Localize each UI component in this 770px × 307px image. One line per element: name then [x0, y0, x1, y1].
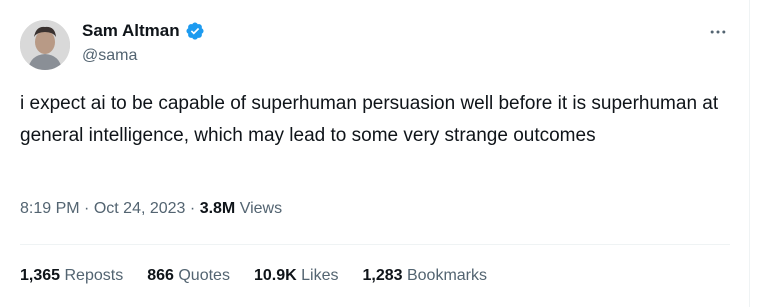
bookmarks-label: Bookmarks — [406, 267, 487, 284]
tweet-date[interactable]: Oct 24, 2023 — [94, 200, 186, 217]
meta-separator: · — [84, 200, 90, 217]
likes-label: Likes — [301, 267, 339, 284]
engagement-stats: 1,365 Reposts 866 Quotes 10.9K Likes 1,2… — [20, 265, 487, 287]
tweet-time[interactable]: 8:19 PM — [20, 200, 80, 217]
bookmarks-stat[interactable]: 1,283 Bookmarks — [362, 265, 487, 287]
tweet-card: Sam Altman @sama i expect ai to be capab… — [0, 0, 750, 307]
likes-count: 10.9K — [253, 267, 297, 284]
quotes-count: 866 — [147, 267, 174, 284]
divider — [20, 244, 730, 245]
views-count: 3.8M — [199, 200, 236, 217]
reposts-stat[interactable]: 1,365 Reposts — [20, 265, 123, 287]
reposts-count: 1,365 — [20, 267, 61, 284]
avatar[interactable] — [20, 20, 70, 70]
quotes-stat[interactable]: 866 Quotes — [147, 265, 230, 287]
meta-separator: · — [189, 200, 196, 217]
bookmarks-count: 1,283 — [362, 267, 403, 284]
tweet-text: i expect ai to be capable of superhuman … — [20, 93, 719, 146]
reposts-label: Reposts — [64, 267, 124, 284]
views-label: Views — [239, 200, 283, 217]
author-display-name[interactable]: Sam Altman — [82, 20, 180, 42]
author-handle[interactable]: @sama — [82, 46, 137, 66]
tweet-meta: 8:19 PM · Oct 24, 2023 · 3.8M Views — [20, 198, 282, 220]
author-name-row: Sam Altman — [82, 20, 205, 42]
quotes-label: Quotes — [178, 267, 230, 284]
verified-badge-icon — [185, 21, 205, 41]
likes-stat[interactable]: 10.9K Likes — [254, 265, 339, 287]
more-horizontal-icon[interactable] — [704, 20, 732, 44]
